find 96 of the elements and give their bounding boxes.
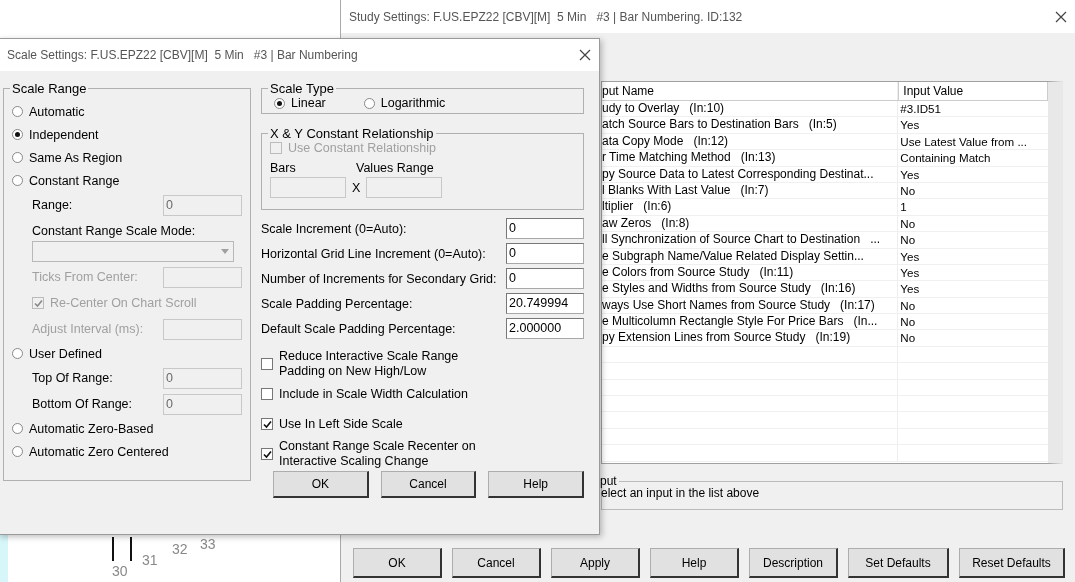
input-name-cell[interactable]: py Extension Lines from Source Study (In:19) xyxy=(602,330,899,346)
dialog-button[interactable]: OK xyxy=(353,548,442,578)
window-title: Study Settings: F.US.EPZ22 [CBV][M] 5 Min #3 | Bar Numbering. ID:132 xyxy=(349,9,743,24)
field-label: Default Scale Padding Percentage: xyxy=(261,321,456,336)
input-value-cell[interactable]: No xyxy=(898,314,1048,330)
input-name-cell[interactable]: udy to Overlay (In:10) xyxy=(602,101,899,117)
input-value-cell[interactable]: No xyxy=(898,232,1048,248)
group-title: Scale Type xyxy=(269,81,336,96)
field-label: Scale Padding Percentage: xyxy=(261,296,413,311)
hint-text: elect an input in the list above xyxy=(601,486,761,500)
input-field[interactable]: 0 xyxy=(163,367,242,389)
input-value-cell[interactable]: Use Latest Value from ... xyxy=(898,133,1048,150)
dialog-button[interactable]: Cancel xyxy=(452,548,541,578)
dialog-button[interactable]: Help xyxy=(650,548,739,578)
bar-number: 31 xyxy=(142,553,158,567)
bar-number: 33 xyxy=(200,537,216,551)
input-name-cell[interactable]: e Colors from Source Study (In:11) xyxy=(602,264,899,281)
group-title: Scale Range xyxy=(11,81,88,96)
input-field[interactable]: 2.000000 xyxy=(506,318,584,339)
input-value-cell[interactable]: #3.ID51 xyxy=(898,101,1048,117)
input-value-cell[interactable]: No xyxy=(898,182,1048,199)
field-label: Adjust Interval (ms): xyxy=(32,322,144,336)
input-name-cell[interactable]: ways Use Short Names from Source Study (In:17) xyxy=(602,297,899,314)
input-field[interactable]: 0 xyxy=(163,393,242,415)
radio-option[interactable]: Logarithmic xyxy=(363,96,446,110)
bar-number: 32 xyxy=(172,542,188,556)
checkbox-option[interactable]: Reduce Interactive Scale Range Padding on New High/Low xyxy=(261,349,584,379)
input-name-cell[interactable]: py Source Data to Latest Corresponding Destinat... xyxy=(602,166,899,182)
input-value-cell[interactable]: Yes xyxy=(898,166,1048,182)
field-label: Bottom Of Range: xyxy=(32,397,133,411)
input-value-cell[interactable]: Yes xyxy=(898,264,1048,281)
input-name-cell[interactable]: l Blanks With Last Value (In:7) xyxy=(602,182,899,199)
dialog-button[interactable]: OK xyxy=(273,471,369,498)
input-field[interactable]: 0 xyxy=(506,218,584,239)
bar-number: 30 xyxy=(112,564,128,578)
input-value-cell[interactable]: No xyxy=(898,297,1048,314)
input-name-cell[interactable]: aw Zeros (In:8) xyxy=(602,215,899,232)
caret-icon xyxy=(221,248,229,254)
radio-option[interactable]: Same As Region xyxy=(12,146,242,169)
group-title: X & Y Constant Relationship xyxy=(269,126,435,141)
input-field[interactable]: 20.749994 xyxy=(506,293,584,314)
input-value-cell[interactable]: No xyxy=(898,215,1048,232)
input-name-cell[interactable]: e Multicolumn Rectangle Style For Price Bars (In... xyxy=(602,314,899,330)
checkbox-option[interactable]: Include in Scale Width Calculation xyxy=(261,379,584,409)
radio-option[interactable]: Automatic Zero-Based xyxy=(12,417,242,440)
checkmark-icon xyxy=(262,449,272,459)
field-label: Horizontal Grid Line Increment (0=Auto): xyxy=(261,246,486,261)
input-value-cell[interactable]: Yes xyxy=(898,281,1048,297)
checkmark-icon xyxy=(33,298,43,308)
field-label: Number of Increments for Secondary Grid: xyxy=(261,271,497,286)
input-name-cell[interactable]: r Time Matching Method (In:13) xyxy=(602,150,899,166)
radio-option[interactable]: Automatic Zero Centered xyxy=(12,440,242,463)
field-label: Ticks From Center: xyxy=(32,270,138,284)
field-label: Top Of Range: xyxy=(32,371,113,385)
input-name-cell[interactable]: e Subgraph Name/Value Related Display Settin... xyxy=(602,248,899,264)
dialog-button[interactable]: Set Defaults xyxy=(848,548,949,578)
input-field[interactable] xyxy=(366,177,443,198)
field-label: Bars xyxy=(270,161,297,175)
dialog-button[interactable]: Reset Defaults xyxy=(959,548,1065,578)
column-header[interactable]: Input Value xyxy=(898,82,1048,100)
input-name-cell[interactable]: ata Copy Mode (In:12) xyxy=(602,133,899,150)
dialog-button[interactable]: Cancel xyxy=(380,471,477,498)
close-icon[interactable] xyxy=(1055,10,1067,23)
field-label: Values Range xyxy=(356,161,434,175)
input-value-cell[interactable]: Yes xyxy=(898,248,1048,264)
close-icon[interactable] xyxy=(579,49,591,61)
group-title: put xyxy=(600,474,617,488)
input-field[interactable] xyxy=(270,177,346,198)
input-name-cell[interactable]: ltiplier (In:6) xyxy=(602,199,899,215)
radio-option[interactable]: Independent xyxy=(12,123,242,146)
checkbox-option[interactable]: Use In Left Side Scale xyxy=(261,409,584,439)
column-header[interactable]: put Name xyxy=(602,82,899,100)
times-sign: X xyxy=(352,180,361,195)
input-value-cell[interactable]: Containing Match xyxy=(898,150,1048,166)
field-label: Scale Increment (0=Auto): xyxy=(261,221,407,236)
checkmark-icon xyxy=(262,419,272,429)
dialog-button[interactable]: Help xyxy=(488,471,584,498)
radio-option[interactable]: Linear xyxy=(274,96,326,110)
input-value-cell[interactable]: Yes xyxy=(898,117,1048,133)
dialog-button[interactable]: Description xyxy=(749,548,838,578)
input-field[interactable]: 0 xyxy=(506,243,584,264)
field-label: Range: xyxy=(32,198,73,212)
window-title: Scale Settings: F.US.EPZ22 [CBV][M] 5 Min #3 | Bar Numbering xyxy=(7,48,358,62)
input-name-cell[interactable]: atch Source Bars to Destination Bars (In:5) xyxy=(602,117,899,133)
dialog-button[interactable]: Apply xyxy=(551,548,640,578)
input-value-cell[interactable]: 1 xyxy=(898,199,1048,215)
radio-option[interactable]: Automatic xyxy=(12,100,242,123)
field-label: Constant Range Scale Mode: xyxy=(32,224,196,238)
checkbox-option[interactable]: Constant Range Scale Recenter on Interactive Scaling Change xyxy=(261,439,584,469)
input-field[interactable]: 0 xyxy=(163,194,242,216)
input-field[interactable]: 0 xyxy=(506,268,584,289)
radio-option[interactable]: User Defined xyxy=(12,342,242,365)
input-name-cell[interactable]: e Styles and Widths from Source Study (In:16) xyxy=(602,281,899,297)
input-value-cell[interactable]: No xyxy=(898,330,1048,346)
radio-option[interactable]: Constant Range xyxy=(12,169,242,192)
input-name-cell[interactable]: ll Synchronization of Source Chart to Destination ... xyxy=(602,232,899,248)
